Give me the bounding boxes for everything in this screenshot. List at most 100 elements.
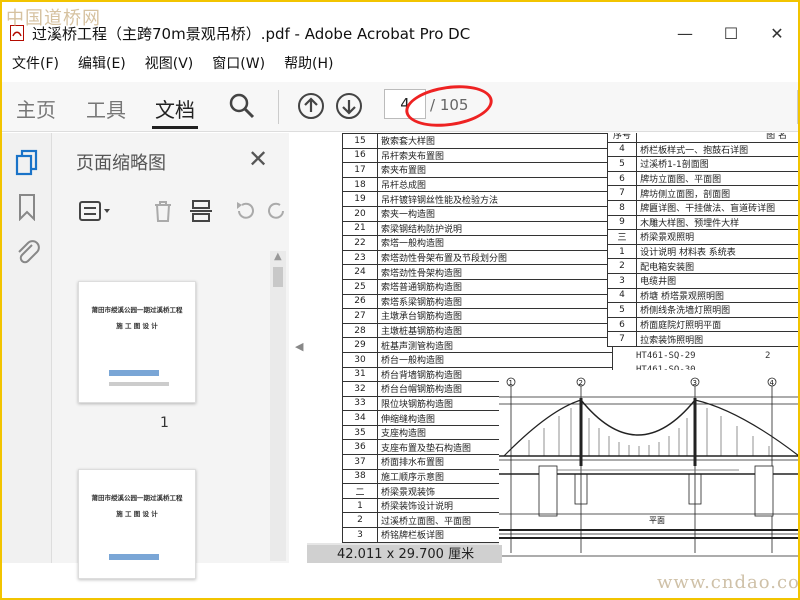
rotate-left-icon[interactable]: [232, 199, 258, 223]
maximize-icon: ☐: [723, 23, 739, 43]
index-title: 索塔劲性骨架布置及节段划分图: [377, 249, 613, 266]
collapse-panel-icon[interactable]: ◀: [295, 340, 303, 353]
index-row: 28 主墩桩基钢筋构造图: [342, 322, 613, 339]
page-thumbnail-1[interactable]: 莆田市绶溪公园一期过溪桥工程 施 工 图 设 计: [78, 281, 196, 403]
previous-page-button[interactable]: [298, 93, 324, 119]
document-viewer[interactable]: 15 散索套大样图 16 吊杆索夹布置图 17 索夹布置图 18 吊杆总成图 19 吊杆镀锌钢丝性…: [307, 133, 798, 563]
tab-tools[interactable]: 工具: [86, 94, 126, 123]
index-number: 33: [342, 395, 378, 412]
menu-view[interactable]: 视图(V): [145, 53, 194, 73]
tab-home[interactable]: 主页: [16, 94, 56, 123]
index-row: 2 配电箱安装图: [606, 258, 798, 274]
index-row: 5 桥侧线条洗墙灯照明图: [606, 302, 798, 318]
app-window: 中国道桥网 过溪桥工程（主跨70m景观吊桥）.pdf - Adobe Acrob…: [0, 0, 800, 600]
axis-label-2: 2: [579, 379, 583, 387]
panel-title: 页面缩略图: [76, 153, 166, 174]
menu-bar: 文件(F) 编辑(E) 视图(V) 窗口(W) 帮助(H): [2, 52, 798, 74]
watermark-bottom: www.cndao.com: [657, 572, 800, 593]
index-row: 6 桥面庭院灯照明平面: [606, 316, 798, 333]
index-number: 28: [342, 322, 378, 339]
page-thumbnails-icon[interactable]: [14, 149, 40, 181]
index-title: 索夹布置图: [377, 162, 613, 178]
thumbnail-scrollbar[interactable]: ▲: [270, 251, 286, 561]
page-size-readout: 42.011 x 29.700 厘米: [307, 545, 502, 563]
index-number: 23: [342, 249, 378, 266]
index-title: 索塔系梁钢筋构造图: [377, 293, 613, 310]
index-title: 过溪桥1-1剖面图: [636, 156, 798, 172]
scrollbar-thumb[interactable]: [273, 267, 283, 287]
index-row: 30 桥台一般构造图: [342, 351, 613, 368]
next-page-button[interactable]: [336, 93, 362, 119]
maximize-button[interactable]: ☐: [714, 20, 748, 46]
menu-file[interactable]: 文件(F): [12, 53, 59, 73]
toolbar-separator: [278, 90, 279, 124]
minimize-icon: —: [677, 23, 693, 43]
index-row: 29 桩基声测管构造图: [342, 337, 613, 353]
delete-pages-icon[interactable]: [150, 199, 176, 223]
index-number: 6: [606, 316, 638, 333]
thumbnails-panel: 页面缩略图 ✕ ▲ 莆田市绶溪公园一期过溪桥工程 施 工 图 设 计 1 莆田市…: [52, 133, 289, 579]
index-number: 29: [342, 337, 378, 353]
axis-label-3: 3: [693, 379, 697, 387]
index-title: 吊杆总成图: [377, 176, 613, 193]
thumbnail-options-icon[interactable]: [78, 199, 110, 223]
menu-window[interactable]: 窗口(W): [212, 53, 265, 73]
index-row: 9 木雕大样图、预埋件大样: [606, 214, 798, 231]
index-title: 索梁钢结构防护说明: [377, 220, 613, 237]
plan-label: 平面: [649, 516, 665, 525]
rotate-right-icon[interactable]: [264, 199, 284, 223]
index-title: 主墩桩基钢筋构造图: [377, 322, 613, 339]
index-title: 索塔普通钢筋构造图: [377, 278, 613, 295]
menu-help[interactable]: 帮助(H): [284, 53, 333, 73]
index-title: 电缆井图: [636, 272, 798, 289]
attachment-icon[interactable]: [14, 237, 40, 269]
watermark-top: 中国道桥网: [6, 8, 101, 29]
index-row: 7 拉索装饰照明图: [606, 331, 798, 347]
index-number: 32: [342, 381, 378, 397]
index-number: 24: [342, 264, 378, 280]
search-icon[interactable]: [228, 92, 256, 124]
index-title: 桩基声测管构造图: [377, 337, 613, 353]
index-title: 索塔劲性骨架构造图: [377, 264, 613, 280]
index-number: 2: [342, 512, 378, 529]
extract-pages-icon[interactable]: [188, 199, 214, 223]
bookmark-icon[interactable]: [17, 193, 37, 225]
index-row: 21 索梁钢结构防护说明: [342, 220, 613, 237]
scroll-up-icon[interactable]: ▲: [274, 251, 282, 262]
index-row: 20 索夹一构造图: [342, 205, 613, 222]
index-number: 5: [606, 156, 638, 172]
close-window-button[interactable]: ✕: [760, 20, 794, 46]
index-title: 主墩承台钢筋构造图: [377, 308, 613, 324]
index-title: 设计说明 材料表 系统表: [636, 243, 798, 260]
page-thumbnail-2[interactable]: 莆田市绶溪公园一期过溪桥工程 施 工 图 设 计: [78, 469, 196, 579]
index-number: 16: [342, 147, 378, 164]
company-logo: [109, 554, 159, 560]
index-row: 三桥梁景观照明: [606, 229, 798, 245]
pdf-page: 15 散索套大样图 16 吊杆索夹布置图 17 索夹布置图 18 吊杆总成图 19 吊杆镀锌钢丝性…: [307, 133, 798, 563]
drawing-number-stamp: HT461-SQ-29 2 HT461-SQ-30: [632, 349, 798, 375]
index-number: 27: [342, 308, 378, 324]
index-number: 38: [342, 468, 378, 485]
arrow-up-icon: [304, 97, 318, 112]
index-number: 15: [342, 133, 378, 149]
index-row: 24 索塔劲性骨架构造图: [342, 264, 613, 280]
index-row: 15 散索套大样图: [342, 133, 613, 149]
index-number: 8: [606, 199, 638, 216]
drawing-number: HT461-SQ-29: [636, 351, 696, 361]
close-panel-button[interactable]: ✕: [248, 145, 268, 173]
index-title: 牌匾详图、干挂做法、盲道砖详图: [636, 199, 798, 216]
thumbnail-subtitle: 施 工 图 设 计: [116, 322, 158, 330]
index-number: 30: [342, 351, 378, 368]
axis-label-4: 4: [770, 379, 775, 387]
index-row: 22 索塔一般构造图: [342, 235, 613, 251]
tab-document[interactable]: 文档: [155, 94, 195, 123]
minimize-button[interactable]: —: [668, 20, 702, 46]
active-tab-indicator: [152, 126, 198, 129]
title-bar: 过溪桥工程（主跨70m景观吊桥）.pdf - Adobe Acrobat Pro…: [2, 20, 798, 46]
index-row: 18 吊杆总成图: [342, 176, 613, 193]
index-number: 20: [342, 205, 378, 222]
index-title: 桥栏板样式一、抱鼓石详图: [636, 141, 798, 158]
left-navigation-rail: [2, 133, 52, 563]
thumbnail-footer: [109, 382, 169, 386]
menu-edit[interactable]: 编辑(E): [78, 53, 126, 73]
